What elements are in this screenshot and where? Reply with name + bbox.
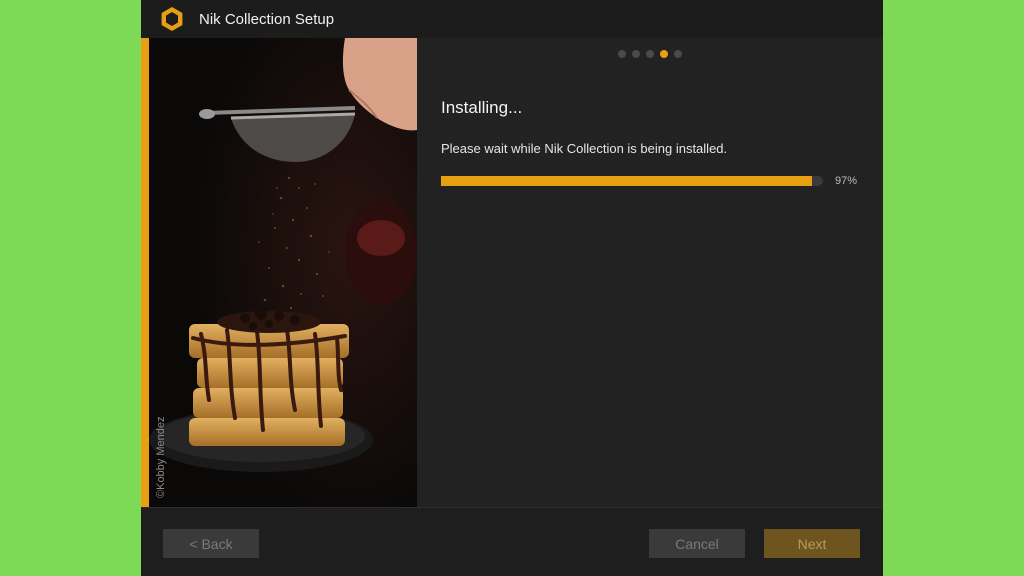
progress-bar-fill (441, 176, 812, 186)
title-bar[interactable]: Nik Collection Setup (141, 0, 883, 38)
step-dot (618, 50, 626, 58)
accent-bar (141, 38, 149, 507)
status-message: Please wait while Nik Collection is bein… (441, 141, 728, 156)
side-panel: ©Kobby Mendez (141, 38, 417, 507)
nik-hexagon-icon (161, 7, 183, 31)
next-button[interactable]: Next (764, 529, 860, 558)
step-dot (646, 50, 654, 58)
setup-window: Nik Collection Setup ©Kobby Mendez Insta… (141, 0, 883, 576)
page-heading: Installing... (441, 98, 523, 117)
cancel-button[interactable]: Cancel (649, 529, 745, 558)
step-indicator (618, 50, 682, 58)
photo-credit: ©Kobby Mendez (155, 416, 167, 499)
step-dot (632, 50, 640, 58)
waffles-photo (149, 38, 417, 507)
progress-bar (441, 176, 823, 186)
footer-bar: < Back Cancel Next (141, 507, 883, 576)
window-title: Nik Collection Setup (199, 10, 335, 28)
progress-percent: 97% (835, 175, 858, 187)
step-dot-current (660, 50, 668, 58)
main-content: Installing... Please wait while Nik Coll… (417, 38, 883, 507)
step-dot (674, 50, 682, 58)
back-button[interactable]: < Back (163, 529, 259, 558)
